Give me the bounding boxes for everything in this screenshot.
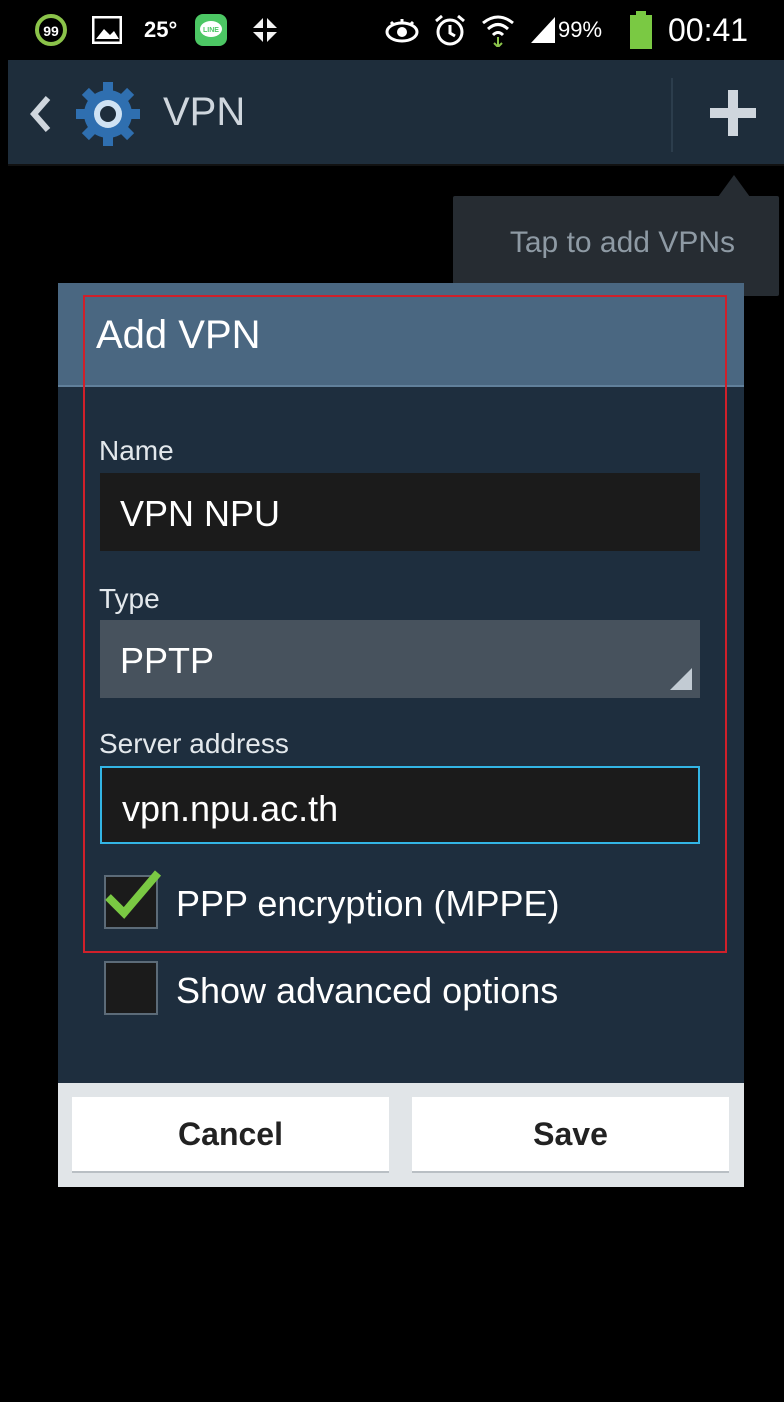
action-bar: VPN	[8, 60, 784, 166]
back-chevron-icon[interactable]	[26, 90, 56, 138]
svg-text:LINE: LINE	[203, 27, 219, 34]
action-bar-title: VPN	[163, 90, 246, 134]
status-bar: 99 25° LINE 99% 00:41	[8, 0, 784, 60]
notification-count-icon: 99	[34, 12, 68, 48]
battery-icon	[628, 11, 654, 49]
show-advanced-label[interactable]: Show advanced options	[176, 970, 558, 1012]
save-button[interactable]: Save	[412, 1097, 729, 1171]
show-advanced-checkbox[interactable]	[104, 961, 158, 1015]
eye-icon	[384, 12, 420, 48]
temperature-text: 25°	[144, 17, 178, 42]
highlight-box	[83, 295, 727, 953]
signal-icon	[528, 12, 558, 48]
action-bar-divider	[671, 78, 673, 152]
cancel-button[interactable]: Cancel	[72, 1097, 389, 1171]
add-vpn-tooltip: Tap to add VPNs	[453, 196, 779, 296]
line-icon: LINE	[194, 12, 228, 48]
battery-percent-text: 99%	[558, 17, 603, 42]
settings-gear-icon[interactable]	[74, 80, 142, 148]
clock-text: 00:41	[668, 12, 749, 48]
tooltip-text: Tap to add VPNs	[509, 226, 735, 259]
svg-text:99: 99	[43, 23, 59, 39]
tooltip-arrow	[718, 175, 750, 197]
dialog-button-bar: Cancel Save	[58, 1083, 744, 1187]
pinwheel-icon	[248, 12, 282, 48]
alarm-icon	[432, 12, 468, 48]
wifi-icon	[480, 12, 516, 48]
add-icon[interactable]	[708, 88, 758, 138]
gallery-icon	[90, 12, 124, 48]
